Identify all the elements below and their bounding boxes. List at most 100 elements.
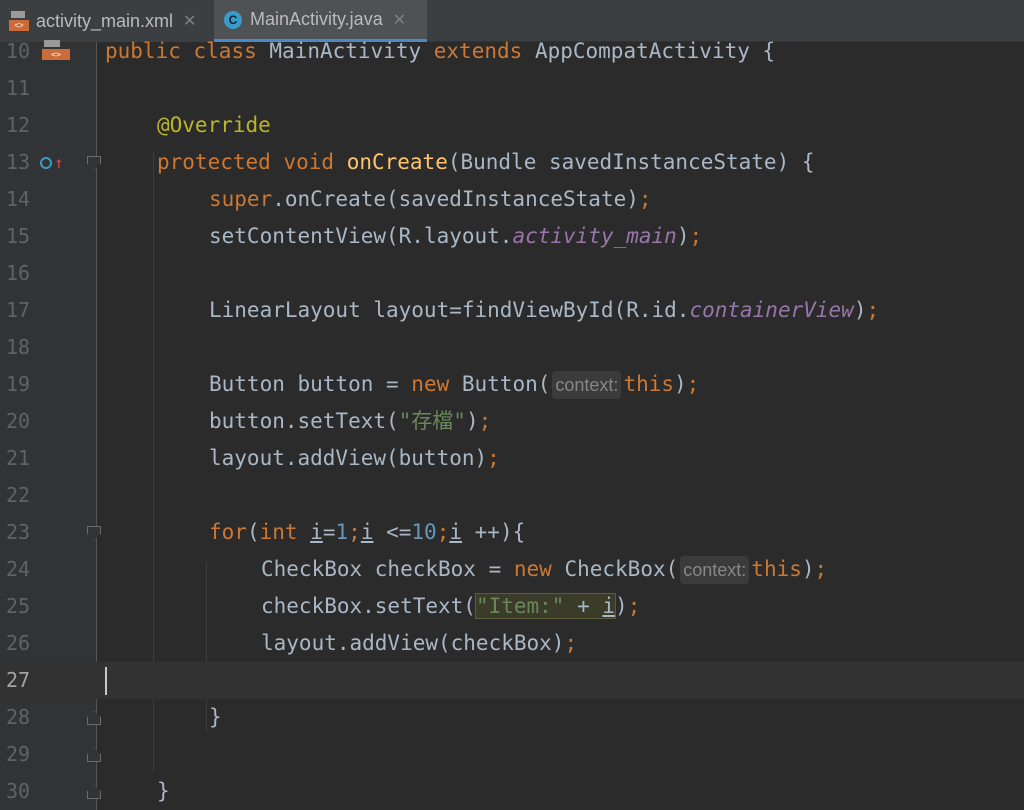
close-icon[interactable]: ✕ [393, 10, 406, 30]
code-text: Button( [449, 372, 551, 396]
code-line[interactable]: 21 layout.addView(button); [0, 440, 1024, 477]
code-text: Button button = [209, 372, 412, 396]
code-line[interactable]: 11 [0, 70, 1024, 107]
tab-label: MainActivity.java [250, 9, 383, 29]
line-number: 27 [6, 668, 31, 692]
code-line[interactable]: 19 Button button = new Button(context: th… [0, 366, 1024, 403]
code-text: setContentView(R.layout. [209, 224, 513, 248]
semicolon: ; [348, 520, 361, 544]
line-number: 21 [6, 446, 31, 470]
loop-variable: i [449, 520, 463, 544]
parameter-hint: context: [552, 371, 622, 399]
string-literal: "Item:" [475, 594, 565, 618]
line-number: 19 [6, 372, 31, 396]
line-number: 25 [6, 594, 31, 618]
semicolon: ; [689, 224, 703, 248]
line-number: 20 [6, 409, 31, 433]
semicolon: ; [478, 409, 492, 433]
keyword: this [623, 372, 675, 396]
code-text: ) [465, 409, 479, 433]
keyword: for [209, 520, 247, 544]
code-line[interactable]: 22 [0, 477, 1024, 514]
code-text: ) [615, 594, 628, 618]
code-line[interactable]: 29 [0, 736, 1024, 773]
fold-icon[interactable] [87, 156, 101, 170]
line-number: 17 [6, 298, 31, 322]
fold-icon[interactable] [87, 785, 101, 799]
code-line[interactable]: 13 ↑ protected void onCreate(Bundle save… [0, 144, 1024, 181]
loop-variable: i [310, 520, 323, 544]
loop-variable: i [602, 594, 616, 618]
code-text: ) [853, 298, 867, 322]
code-text: ( [246, 520, 260, 544]
field-reference: activity_main [512, 224, 677, 248]
tab-label: activity_main.xml [36, 10, 174, 31]
number-literal: 10 [411, 520, 437, 544]
code-line[interactable]: 12 @Override [0, 107, 1024, 144]
class-name: MainActivity [269, 39, 422, 63]
fold-icon[interactable] [87, 748, 101, 762]
current-code-line[interactable]: 27 [0, 662, 1024, 699]
line-number: 12 [6, 113, 31, 137]
brace: } [157, 779, 170, 803]
keyword: super [209, 187, 273, 211]
code-line[interactable]: 14 super.onCreate(savedInstanceState); [0, 181, 1024, 218]
keyword: new [411, 372, 450, 396]
keyword: protected [157, 150, 271, 174]
fold-icon[interactable] [87, 526, 101, 540]
annotation: @Override [157, 113, 271, 137]
code-line[interactable]: 16 [0, 255, 1024, 292]
code-text: CheckBox checkBox = [261, 557, 514, 581]
override-icon[interactable]: ↑ [40, 153, 66, 173]
code-text: = [322, 520, 336, 544]
code-text: ++){ [462, 520, 526, 544]
keyword: extends [433, 39, 523, 63]
semicolon: ; [564, 631, 578, 655]
keyword: int [259, 520, 298, 544]
line-number: 24 [6, 557, 31, 581]
line-number: 14 [6, 187, 31, 211]
line-number: 15 [6, 224, 31, 248]
superclass-name: AppCompatActivity [534, 39, 750, 63]
code-line[interactable]: 20 button.setText("存檔"); [0, 403, 1024, 440]
semicolon: ; [487, 446, 500, 470]
code-line[interactable]: 18 [0, 329, 1024, 366]
code-line[interactable]: 17 LinearLayout layout=findViewById(R.id… [0, 292, 1024, 329]
code-text: .onCreate(savedInstanceState) [272, 187, 639, 211]
code-line[interactable]: 25 checkBox.setText("Item:" + i); [0, 588, 1024, 625]
line-number: 23 [6, 520, 31, 544]
line-number: 29 [6, 742, 31, 766]
code-line[interactable]: 15 setContentView(R.layout.activity_main… [0, 218, 1024, 255]
code-line[interactable]: 28 } [0, 699, 1024, 736]
semicolon: ; [627, 594, 641, 618]
fold-icon[interactable] [87, 711, 101, 725]
line-number: 11 [6, 76, 31, 100]
code-text: layout.addView(checkBox) [261, 631, 565, 655]
close-icon[interactable]: ✕ [183, 11, 196, 31]
code-text: layout.addView(button) [209, 446, 488, 470]
line-number: 30 [6, 779, 31, 803]
semicolon: ; [686, 372, 700, 396]
code-text: checkBox.setText( [261, 594, 476, 618]
code-line[interactable]: 23 for(int i=1;i <=10;i ++){ [0, 514, 1024, 551]
keyword: this [751, 557, 802, 581]
semicolon: ; [436, 520, 450, 544]
line-number: 18 [6, 335, 31, 359]
code-line[interactable]: 26 layout.addView(checkBox); [0, 625, 1024, 662]
code-text: LinearLayout layout=findViewById(R.id. [209, 298, 690, 322]
code-text: ) [801, 557, 815, 581]
code-text: button.setText( [209, 409, 399, 433]
code-editor[interactable]: 10 <> public class MainActivity extends … [0, 39, 1024, 810]
code-line[interactable]: 10 <> public class MainActivity extends … [0, 33, 1024, 70]
code-text: + [564, 594, 603, 618]
keyword: new [513, 557, 552, 581]
keyword: void [283, 150, 335, 174]
java-class-icon: C [222, 9, 244, 31]
semicolon: ; [638, 187, 652, 211]
code-line[interactable]: 30 } [0, 773, 1024, 810]
line-number: 13 [6, 150, 31, 174]
code-line[interactable]: 24 CheckBox checkBox = new CheckBox(cont… [0, 551, 1024, 588]
code-text: CheckBox( [551, 557, 679, 581]
line-number: 28 [6, 705, 31, 729]
